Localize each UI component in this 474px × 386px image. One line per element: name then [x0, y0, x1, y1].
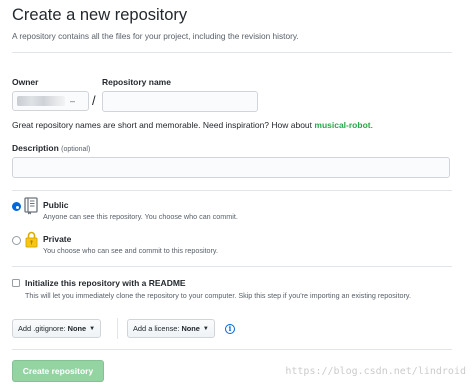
- license-caret-icon: ▼: [202, 325, 209, 332]
- initialize-readme-checkbox[interactable]: [12, 279, 20, 287]
- repo-book-icon: [24, 197, 38, 215]
- owner-repo-separator: /: [92, 93, 96, 108]
- gitignore-caret-icon: ▼: [89, 325, 96, 332]
- private-option-title[interactable]: Private: [43, 234, 71, 244]
- owner-caret-icon: –: [70, 96, 76, 106]
- gitignore-select-value: None: [67, 324, 87, 333]
- form-divider-3: [12, 349, 452, 350]
- license-select-value: None: [181, 324, 200, 333]
- info-icon[interactable]: i: [225, 324, 235, 334]
- private-radio[interactable]: [12, 236, 21, 245]
- repository-name-label: Repository name: [102, 77, 171, 87]
- hint-suffix: .: [370, 120, 373, 130]
- description-label: Description (optional): [12, 143, 90, 153]
- initialize-readme-label[interactable]: Initialize this repository with a README: [25, 278, 186, 288]
- lock-icon: [25, 231, 38, 248]
- public-option-description: Anyone can see this repository. You choo…: [43, 212, 238, 221]
- owner-label: Owner: [12, 77, 39, 87]
- license-select-label: Add a license:: [133, 324, 180, 333]
- gitignore-select[interactable]: Add .gitignore: None ▼: [12, 319, 102, 338]
- suggested-name-link[interactable]: musical-robot: [314, 120, 370, 130]
- repository-name-input[interactable]: [102, 91, 258, 112]
- watermark-text: https://blog.csdn.net/lindroid: [285, 366, 466, 377]
- gitignore-select-label: Add .gitignore:: [18, 324, 66, 333]
- description-input[interactable]: [12, 157, 450, 178]
- page-title: Create a new repository: [12, 6, 188, 24]
- public-option-title[interactable]: Public: [43, 200, 69, 210]
- form-divider-2: [12, 266, 452, 267]
- page-subtitle: A repository contains all the files for …: [12, 31, 299, 41]
- private-option-description: You choose who can see and commit to thi…: [43, 246, 218, 255]
- create-repository-button[interactable]: Create repository: [12, 360, 104, 382]
- hint-text: Great repository names are short and mem…: [12, 120, 315, 130]
- optional-tag: (optional): [61, 146, 91, 153]
- repository-name-hint: Great repository names are short and mem…: [12, 120, 373, 130]
- initialize-readme-description: This will let you immediately clone the …: [25, 291, 411, 300]
- select-divider: [117, 318, 118, 339]
- form-divider-1: [12, 190, 452, 191]
- public-radio[interactable]: [12, 202, 21, 211]
- description-label-text: Description: [12, 143, 59, 153]
- header-divider: [12, 52, 452, 53]
- license-select[interactable]: Add a license: None ▼: [127, 319, 215, 338]
- owner-select[interactable]: –: [12, 91, 89, 111]
- owner-value-obscured: [17, 96, 65, 106]
